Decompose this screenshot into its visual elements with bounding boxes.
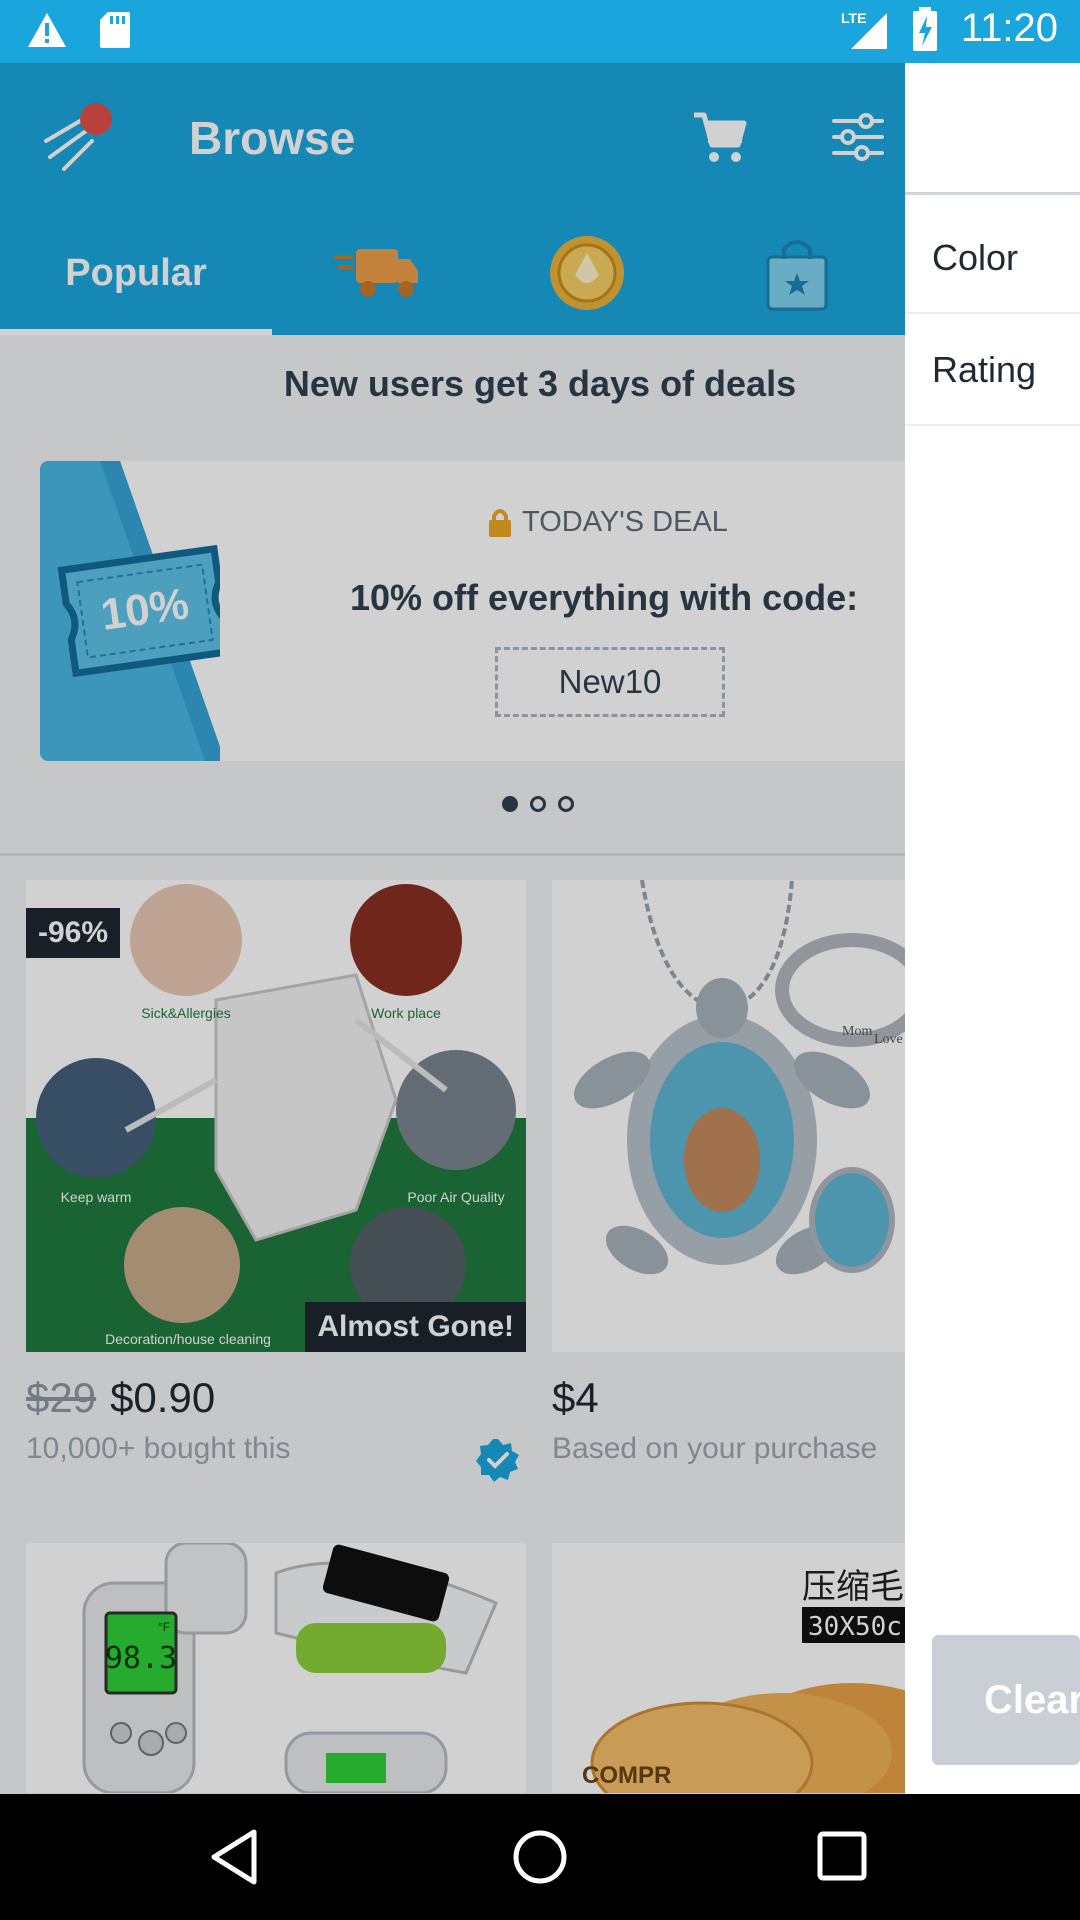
filter-color[interactable]: Color — [905, 204, 1080, 314]
drawer-scrim[interactable] — [0, 63, 905, 1794]
warning-icon — [28, 13, 66, 47]
filter-rating[interactable]: Rating — [905, 316, 1080, 426]
recents-icon[interactable] — [810, 1824, 876, 1890]
svg-text:LTE: LTE — [841, 10, 866, 26]
clear-button[interactable]: Clear — [932, 1635, 1080, 1765]
lte-signal-icon: LTE — [841, 10, 887, 49]
sd-card-icon — [100, 12, 130, 48]
battery-charging-icon — [912, 6, 937, 51]
status-bar-left — [26, 10, 132, 50]
status-bar-right: LTE 11:20 — [839, 6, 1058, 51]
clock: 11:20 — [960, 6, 1058, 50]
status-bar: LTE 11:20 — [0, 0, 1080, 63]
back-icon[interactable] — [204, 1824, 270, 1890]
filter-drawer: Color Rating Clear — [905, 63, 1080, 1794]
drawer-header — [905, 63, 1080, 195]
home-icon[interactable] — [507, 1824, 573, 1890]
system-nav-bar — [0, 1794, 1080, 1920]
